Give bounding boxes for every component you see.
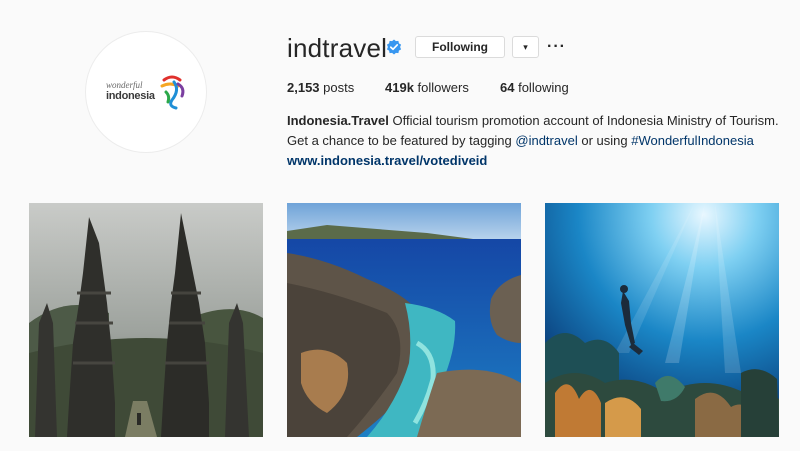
bio-hashtag-link[interactable]: #WonderfulIndonesia <box>631 133 754 148</box>
bio-description: Official tourism promotion account of In… <box>388 113 779 128</box>
stat-posts: 2,153 posts <box>287 80 354 95</box>
profile-avatar[interactable]: wonderful indonesia <box>86 32 206 152</box>
posts-count: 2,153 <box>287 80 320 95</box>
post-thumbnail-underwater[interactable] <box>545 203 779 437</box>
garuda-swirl-icon <box>160 75 185 110</box>
following-label: following <box>518 80 569 95</box>
wonderful-indonesia-logo: wonderful indonesia <box>94 72 198 112</box>
bio-line-1: Indonesia.Travel Official tourism promot… <box>287 111 779 131</box>
followers-count: 419k <box>385 80 414 95</box>
bio-line-2: Get a chance to be featured by tagging @… <box>287 131 779 151</box>
following-count: 64 <box>500 80 515 95</box>
bio-text-pre: Get a chance to be featured by tagging <box>287 133 516 148</box>
bio-full-name: Indonesia.Travel <box>287 113 389 128</box>
stat-followers[interactable]: 419k followers <box>385 80 469 95</box>
bio-website-link[interactable]: www.indonesia.travel/votediveid <box>287 153 487 168</box>
bio-line-3: www.indonesia.travel/votediveid <box>287 151 779 171</box>
stat-following[interactable]: 64 following <box>500 80 569 95</box>
underwater-diver-image <box>545 203 779 437</box>
logo-text-indonesia: indonesia <box>106 90 155 102</box>
profile-username: indtravel <box>287 33 388 63</box>
profile-bio: Indonesia.Travel Official tourism promot… <box>287 111 779 171</box>
more-options-icon[interactable]: ··· <box>547 36 566 58</box>
bio-text-mid: or using <box>577 133 632 148</box>
verified-badge-icon <box>386 39 402 55</box>
posts-label: posts <box>323 80 355 95</box>
logo-text-wonderful: wonderful <box>106 80 143 90</box>
post-thumbnail-coastline[interactable] <box>287 203 521 437</box>
post-thumbnail-temple-gate[interactable] <box>29 203 263 437</box>
following-button[interactable]: Following <box>415 36 505 58</box>
chevron-down-icon[interactable]: ▾ <box>512 36 539 58</box>
followers-label: followers <box>417 80 469 95</box>
coastline-image <box>287 203 521 437</box>
temple-gate-image <box>29 203 263 437</box>
bio-mention-link[interactable]: @indtravel <box>515 133 577 148</box>
